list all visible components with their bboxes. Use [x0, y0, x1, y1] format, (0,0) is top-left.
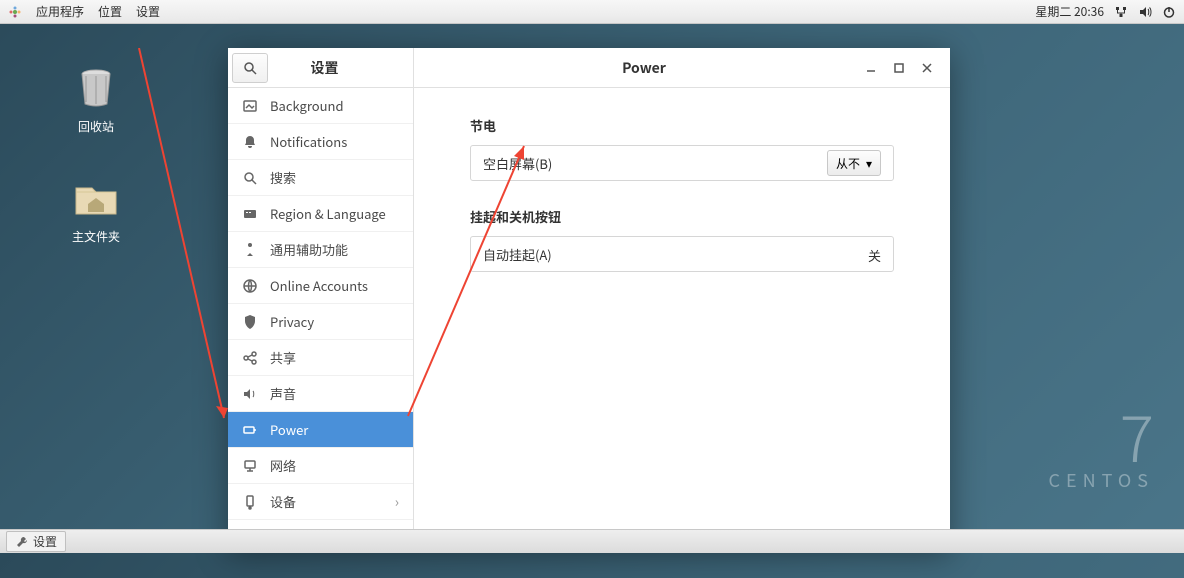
device-icon [242, 494, 258, 510]
sidebar-item-label: Online Accounts [270, 276, 368, 295]
close-button[interactable] [920, 61, 934, 75]
desktop-trash[interactable]: 回收站 [56, 64, 136, 135]
sidebar-item-label: 网络 [270, 456, 296, 475]
online-icon [242, 278, 258, 294]
sidebar-item-label: Region & Language [270, 204, 386, 223]
sidebar-item-privacy[interactable]: Privacy [228, 304, 413, 340]
centos-name: CENTOS [1049, 467, 1154, 493]
network-icon [242, 458, 258, 474]
settings-sidebar: 设置 Background Notifications 搜索 Region & Lan… [228, 48, 414, 548]
share-icon [242, 350, 258, 366]
sidebar-item-label: 通用辅助功能 [270, 240, 348, 259]
taskbar-settings-label: 设置 [33, 533, 57, 550]
desktop: 回收站 主文件夹 7 CENTOS 设置 Background Notificat… [0, 24, 1184, 529]
sidebar-item-label: 搜索 [270, 168, 296, 187]
privacy-icon [242, 314, 258, 330]
wrench-icon [15, 535, 29, 549]
centos-brand: 7 CENTOS [1049, 403, 1154, 493]
sidebar-item-label: 设备 [270, 492, 296, 511]
auto-suspend-row[interactable]: 自动挂起(A) 关 [470, 236, 894, 272]
sidebar-item-share[interactable]: 共享 [228, 340, 413, 376]
sidebar-item-network[interactable]: 网络 [228, 448, 413, 484]
blank-screen-row: 空白屏幕(B) 从不 ▾ [470, 145, 894, 181]
volume-icon[interactable] [1138, 5, 1152, 19]
content-title: Power [424, 58, 864, 78]
chevron-down-icon: ▾ [866, 155, 872, 172]
centos-version: 7 [1049, 403, 1154, 467]
sidebar-item-label: Power [270, 420, 308, 439]
sidebar-item-power[interactable]: Power [228, 412, 413, 448]
sidebar-item-online[interactable]: Online Accounts [228, 268, 413, 304]
auto-suspend-label: 自动挂起(A) [483, 245, 552, 264]
content-pane: Power 节电 空白屏幕(B) 从不 ▾ [414, 48, 950, 548]
search-button[interactable] [232, 53, 268, 83]
sidebar-item-background[interactable]: Background [228, 88, 413, 124]
sidebar-title: 设置 [272, 58, 413, 78]
centos-logo-icon [8, 5, 22, 19]
sidebar-item-sound[interactable]: 声音 [228, 376, 413, 412]
auto-suspend-value: 关 [868, 246, 881, 265]
menu-settings[interactable]: 设置 [136, 3, 160, 20]
sidebar-item-region[interactable]: Region & Language [228, 196, 413, 232]
menu-places[interactable]: 位置 [98, 3, 122, 20]
desktop-home[interactable]: 主文件夹 [56, 174, 136, 245]
network-icon[interactable] [1114, 5, 1128, 19]
maximize-button[interactable] [892, 61, 906, 75]
desktop-home-label: 主文件夹 [56, 228, 136, 245]
bottom-taskbar: 设置 [0, 529, 1184, 553]
region-icon [242, 206, 258, 222]
chevron-right-icon: › [395, 492, 399, 512]
sidebar-item-notifications[interactable]: Notifications [228, 124, 413, 160]
section-power-saving-title: 节电 [470, 116, 894, 135]
clock[interactable]: 星期二 20:36 [1035, 3, 1104, 20]
sidebar-item-label: Notifications [270, 132, 347, 151]
sidebar-list: Background Notifications 搜索 Region & Langua… [228, 88, 413, 548]
power-icon[interactable] [1162, 5, 1176, 19]
settings-window: 设置 Background Notifications 搜索 Region & Lan… [228, 48, 950, 548]
sidebar-item-label: Background [270, 96, 344, 115]
notifications-icon [242, 134, 258, 150]
home-folder-icon [72, 174, 120, 222]
search-icon [242, 170, 258, 186]
blank-screen-label: 空白屏幕(B) [483, 154, 552, 173]
background-icon [242, 98, 258, 114]
trash-icon [72, 64, 120, 112]
power-icon [242, 422, 258, 438]
minimize-button[interactable] [864, 61, 878, 75]
sound-icon [242, 386, 258, 402]
sidebar-item-label: 声音 [270, 384, 296, 403]
sidebar-item-search[interactable]: 搜索 [228, 160, 413, 196]
desktop-trash-label: 回收站 [56, 118, 136, 135]
sidebar-item-accessibility[interactable]: 通用辅助功能 [228, 232, 413, 268]
blank-screen-dropdown[interactable]: 从不 ▾ [827, 150, 881, 176]
taskbar-settings[interactable]: 设置 [6, 531, 66, 552]
section-suspend-title: 挂起和关机按钮 [470, 207, 894, 226]
sidebar-item-device[interactable]: 设备 › [228, 484, 413, 520]
top-menubar: 应用程序 位置 设置 星期二 20:36 [0, 0, 1184, 24]
sidebar-item-label: Privacy [270, 312, 314, 331]
menu-applications[interactable]: 应用程序 [36, 3, 84, 20]
sidebar-item-label: 共享 [270, 348, 296, 367]
accessibility-icon [242, 242, 258, 258]
blank-screen-value: 从不 [836, 155, 860, 172]
